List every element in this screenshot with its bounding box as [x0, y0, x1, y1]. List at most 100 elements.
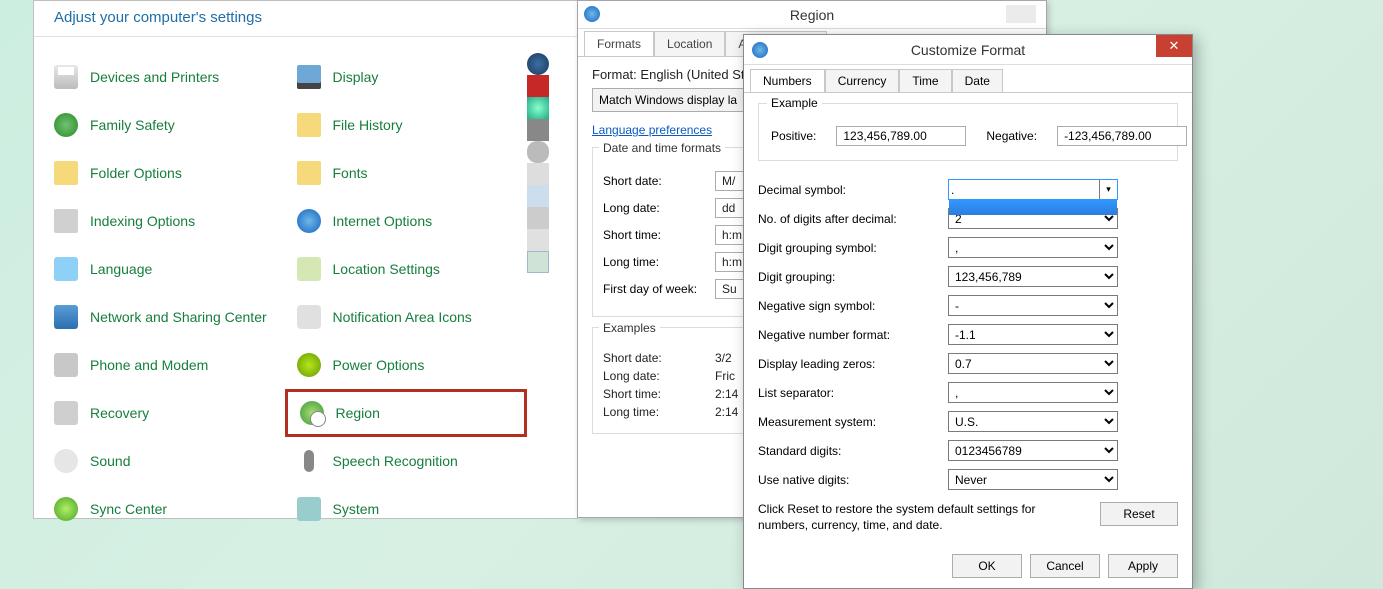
cp-item-file-history[interactable]: File History	[285, 101, 528, 149]
decimal-symbol-combo[interactable]: ▾	[948, 179, 1118, 200]
row-label: Short date:	[603, 174, 715, 188]
row-value: 3/2	[715, 351, 732, 365]
fieldset-title: Examples	[599, 321, 660, 335]
reset-button[interactable]: Reset	[1100, 502, 1178, 526]
reset-text: Click Reset to restore the system defaul…	[758, 502, 1084, 533]
customize-tabs: NumbersCurrencyTimeDate	[744, 65, 1192, 93]
cp-mini-icon[interactable]	[527, 141, 549, 163]
cp-item-label: Location Settings	[333, 261, 440, 277]
cp-item-folder-options[interactable]: Folder Options	[42, 149, 285, 197]
ic-globe-icon	[295, 207, 323, 235]
ic-folder-icon	[295, 159, 323, 187]
ic-sync-icon	[52, 495, 80, 523]
setting-select[interactable]: U.S.	[948, 411, 1118, 432]
cp-item-fonts[interactable]: Fonts	[285, 149, 528, 197]
cp-item-notification-area-icons[interactable]: Notification Area Icons	[285, 293, 528, 341]
cp-mini-icon[interactable]	[527, 163, 549, 185]
row-label: Long date:	[603, 201, 715, 215]
cp-item-display[interactable]: Display	[285, 53, 528, 101]
customize-setting-row: Decimal symbol:▾	[758, 179, 1178, 200]
setting-select[interactable]: 0123456789	[948, 440, 1118, 461]
cp-item-location-settings[interactable]: Location Settings	[285, 245, 528, 293]
setting-select[interactable]: Never	[948, 469, 1118, 490]
ic-printer-icon	[52, 63, 80, 91]
negative-label: Negative:	[986, 129, 1037, 143]
row-label: First day of week:	[603, 282, 715, 296]
ic-sys-icon	[295, 495, 323, 523]
tab-numbers[interactable]: Numbers	[750, 69, 825, 92]
setting-label: Use native digits:	[758, 473, 948, 487]
customize-setting-row: Digit grouping symbol:,	[758, 237, 1178, 258]
tab-time[interactable]: Time	[899, 69, 951, 92]
cp-mini-icon[interactable]	[527, 207, 549, 229]
cp-item-label: Network and Sharing Center	[90, 309, 267, 325]
tab-location[interactable]: Location	[654, 31, 725, 56]
positive-label: Positive:	[771, 129, 816, 143]
cp-item-system[interactable]: System	[285, 485, 528, 533]
cp-item-region[interactable]: Region	[285, 389, 528, 437]
tab-currency[interactable]: Currency	[825, 69, 900, 92]
cp-mini-icon[interactable]	[527, 119, 549, 141]
cp-mini-icon[interactable]	[527, 97, 549, 119]
cp-item-label: Indexing Options	[90, 213, 195, 229]
setting-select[interactable]: 123,456,789	[948, 266, 1118, 287]
cp-item-power-options[interactable]: Power Options	[285, 341, 528, 389]
ic-net-icon	[52, 303, 80, 331]
fieldset-title: Date and time formats	[599, 141, 725, 155]
setting-select[interactable]: -1.1	[948, 324, 1118, 345]
cp-item-network-and-sharing-center[interactable]: Network and Sharing Center	[42, 293, 285, 341]
example-title: Example	[767, 96, 822, 110]
close-button[interactable]	[1006, 5, 1036, 23]
chevron-down-icon[interactable]: ▾	[1099, 180, 1117, 199]
region-titlebar: Region	[578, 1, 1046, 29]
cp-mini-icon[interactable]	[527, 75, 549, 97]
close-button[interactable]: ✕	[1156, 35, 1192, 57]
cp-item-language[interactable]: Language	[42, 245, 285, 293]
cancel-button[interactable]: Cancel	[1030, 554, 1100, 578]
cp-mini-icon[interactable]	[527, 53, 549, 75]
cp-mini-icon[interactable]	[527, 251, 549, 273]
cp-item-speech-recognition[interactable]: Speech Recognition	[285, 437, 528, 485]
cp-item-label: Language	[90, 261, 152, 277]
ic-loc-icon	[295, 255, 323, 283]
row-label: Long time:	[603, 405, 715, 419]
row-value: 2:14	[715, 405, 738, 419]
cp-item-internet-options[interactable]: Internet Options	[285, 197, 528, 245]
setting-label: Measurement system:	[758, 415, 948, 429]
cp-item-phone-and-modem[interactable]: Phone and Modem	[42, 341, 285, 389]
cp-item-sync-center[interactable]: Sync Center	[42, 485, 285, 533]
ic-bell-icon	[295, 303, 323, 331]
setting-select[interactable]: ,	[948, 382, 1118, 403]
language-preferences-link[interactable]: Language preferences	[592, 123, 712, 137]
setting-select[interactable]: -	[948, 295, 1118, 316]
format-value: English (United Sta	[640, 67, 751, 82]
cp-mini-icon[interactable]	[527, 229, 549, 251]
cp-item-label: Speech Recognition	[333, 453, 458, 469]
row-value: 2:14	[715, 387, 738, 401]
cp-item-sound[interactable]: Sound	[42, 437, 285, 485]
setting-select[interactable]: ,	[948, 237, 1118, 258]
cp-item-recovery[interactable]: Recovery	[42, 389, 285, 437]
customize-title: Customize Format	[911, 42, 1025, 58]
row-label: Long time:	[603, 255, 715, 269]
tab-formats[interactable]: Formats	[584, 31, 654, 56]
cp-item-family-safety[interactable]: Family Safety	[42, 101, 285, 149]
setting-label: Negative sign symbol:	[758, 299, 948, 313]
combo-input[interactable]	[949, 180, 1117, 199]
cp-item-devices-and-printers[interactable]: Devices and Printers	[42, 53, 285, 101]
cp-item-indexing-options[interactable]: Indexing Options	[42, 197, 285, 245]
customize-format-dialog: Customize Format ✕ NumbersCurrencyTimeDa…	[743, 34, 1193, 589]
ic-region-icon	[298, 399, 326, 427]
customize-setting-row: Negative sign symbol:-	[758, 295, 1178, 316]
combo-dropdown[interactable]	[949, 199, 1117, 215]
setting-select[interactable]: 0.7	[948, 353, 1118, 374]
apply-button[interactable]: Apply	[1108, 554, 1178, 578]
cp-item-label: Devices and Printers	[90, 69, 219, 85]
ok-button[interactable]: OK	[952, 554, 1022, 578]
cp-mini-icon[interactable]	[527, 185, 549, 207]
tab-date[interactable]: Date	[952, 69, 1003, 92]
ic-lang-icon	[52, 255, 80, 283]
setting-label: Digit grouping:	[758, 270, 948, 284]
control-panel-grid: Devices and Printers Family SafetyFolder …	[34, 53, 577, 533]
cp-item-label: File History	[333, 117, 403, 133]
